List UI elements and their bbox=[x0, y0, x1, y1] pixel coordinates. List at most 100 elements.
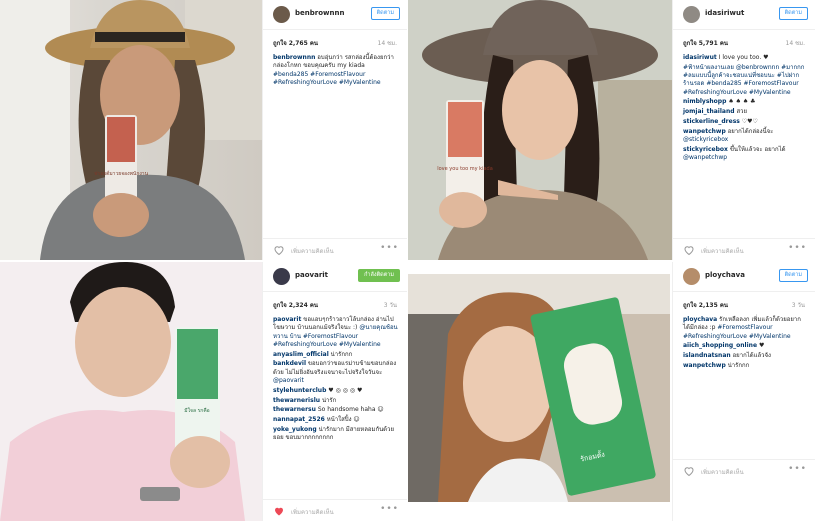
comment-list: ploychava รักเหลือลงก เพิ่มแล้วก็ด้วยอยา… bbox=[683, 316, 807, 372]
add-comment-input[interactable]: เพิ่มความคิดเห็น bbox=[291, 507, 334, 517]
comment-tags[interactable]: @wanpetchwp bbox=[683, 154, 727, 161]
heart-icon[interactable] bbox=[683, 465, 695, 477]
post-benbrownnn: ฟรอยต์มาวยจองพนักงาน benbrownnn ติดตาม ถ… bbox=[0, 0, 407, 260]
comment-text: ♠ ♠ ♠ ♣ bbox=[728, 98, 756, 106]
comment: bankdevil ขอบอกว่าขอแรม่าบข้ามขอบกล่องด้… bbox=[273, 360, 399, 385]
comment-list: paovarit ขอแอบๆกร้าวอาวโล้บกล่อง อ่านไปโ… bbox=[273, 316, 399, 444]
comment-user[interactable]: stylehunterclub bbox=[273, 387, 326, 394]
comment-user[interactable]: thewarnersu bbox=[273, 406, 316, 413]
comment: stylehunterclub ♥ ◎ ◎ ◎ ♥ bbox=[273, 387, 399, 395]
comment-text: น่ารักกก bbox=[330, 350, 353, 358]
comment-tags[interactable]: @stickyricebox bbox=[683, 136, 728, 143]
username[interactable]: paovarit bbox=[295, 271, 328, 279]
post-photo[interactable]: รักอมตั้ง bbox=[408, 274, 670, 502]
comment-tags[interactable]: @paovarit bbox=[273, 377, 304, 384]
comment-user[interactable]: yoke_yukong bbox=[273, 426, 317, 433]
post-time: 3 วัน bbox=[383, 302, 397, 309]
comment-user[interactable]: thewarnerislu bbox=[273, 397, 320, 404]
more-options-icon[interactable]: ••• bbox=[380, 504, 399, 514]
comment-user[interactable]: ploychava bbox=[683, 316, 717, 323]
comment: wanpetchwp น่ารักกก bbox=[683, 362, 807, 370]
comment-user[interactable]: wanpetchwp bbox=[683, 362, 726, 369]
comment-user[interactable]: stickerline_dress bbox=[683, 118, 740, 125]
comment: jomjai_thailand สวย bbox=[683, 108, 807, 116]
post-sidebar: benbrownnn ติดตาม ถูกใจ 2,765 คน 14 ชม. … bbox=[262, 0, 407, 260]
comment-text: อยากได้กล่องนี้จะ bbox=[727, 127, 774, 135]
comment-user[interactable]: jomjai_thailand bbox=[683, 108, 735, 115]
avatar[interactable] bbox=[683, 268, 700, 285]
post-stats: ถูกใจ 2,324 คน 3 วัน bbox=[273, 300, 397, 310]
follow-button[interactable]: ติดตาม bbox=[778, 269, 808, 282]
comment-user[interactable]: nannapat_2526 bbox=[273, 416, 325, 423]
comment: #ฟ้าหน้าผลงานเลย @benbrownnn #มากกก #ลมแ… bbox=[683, 64, 807, 97]
comment: stickerline_dress ♡♥♡ bbox=[683, 118, 807, 126]
like-count[interactable]: ถูกใจ 5,791 คน bbox=[683, 40, 728, 47]
like-count[interactable]: ถูกใจ 2,135 คน bbox=[683, 302, 728, 309]
comment-text: ♥ bbox=[758, 342, 765, 350]
more-options-icon[interactable]: ••• bbox=[380, 243, 399, 253]
follow-button[interactable]: ติดตาม bbox=[370, 7, 400, 20]
post-header: ploychava ติดตาม bbox=[673, 262, 815, 292]
following-button[interactable]: กำลังติดตาม bbox=[358, 269, 400, 282]
comment-tags[interactable]: #benda285 #ForemostFlavour #RefreshingYo… bbox=[273, 71, 381, 86]
comment: thewarnersu So handsome haha ☺ bbox=[273, 406, 399, 414]
comment-user[interactable]: paovarit bbox=[273, 316, 301, 323]
comment-text: อยากได้แล้วจัง bbox=[732, 352, 771, 360]
like-count[interactable]: ถูกใจ 2,324 คน bbox=[273, 302, 318, 309]
comment-text: I love you too. ♥ bbox=[718, 54, 769, 61]
heart-icon[interactable] bbox=[683, 244, 695, 256]
post-sidebar: ploychava ติดตาม ถูกใจ 2,135 คน 3 วัน pl… bbox=[672, 262, 815, 521]
post-header: paovarit กำลังติดตาม bbox=[263, 262, 407, 292]
post-photo[interactable]: love you too my kiada bbox=[408, 0, 672, 260]
avatar[interactable] bbox=[273, 6, 290, 23]
like-count[interactable]: ถูกใจ 2,765 คน bbox=[273, 40, 318, 47]
comment-user[interactable]: nimblyshopp bbox=[683, 98, 726, 105]
comment-user[interactable]: benbrownnn bbox=[273, 54, 315, 61]
comment: idasiriwut I love you too. ♥ bbox=[683, 54, 807, 62]
comment-list: benbrownnn อบอุ่นกว่า รสกล่องนี้ต้องยกว่… bbox=[273, 54, 399, 89]
comment: benbrownnn อบอุ่นกว่า รสกล่องนี้ต้องยกว่… bbox=[273, 54, 399, 87]
add-comment-input[interactable]: เพิ่มความคิดเห็น bbox=[701, 467, 744, 477]
comment-list: idasiriwut I love you too. ♥ #ฟ้าหน้าผลง… bbox=[683, 54, 807, 164]
comment-text: ♡♥♡ bbox=[741, 118, 758, 126]
more-options-icon[interactable]: ••• bbox=[788, 243, 807, 253]
comment-user[interactable]: anyaslim_official bbox=[273, 351, 329, 358]
comment-user[interactable]: aiich_shopping_online bbox=[683, 342, 757, 349]
post-photo[interactable]: ฟรอยต์มาวยจองพนักงาน bbox=[0, 0, 262, 260]
comment-text: สวย bbox=[736, 108, 747, 116]
username[interactable]: idasiriwut bbox=[705, 9, 744, 17]
post-footer: เพิ่มความคิดเห็น ••• bbox=[673, 238, 815, 260]
username[interactable]: benbrownnn bbox=[295, 9, 344, 17]
comment-text: ขึ้นให้แล้วจะ อยากได้ bbox=[729, 145, 786, 153]
add-comment-input[interactable]: เพิ่มความคิดเห็น bbox=[701, 246, 744, 256]
comment: stickyricebox ขึ้นให้แล้วจะ อยากได้ @wan… bbox=[683, 146, 807, 163]
follow-button[interactable]: ติดตาม bbox=[778, 7, 808, 20]
avatar[interactable] bbox=[273, 268, 290, 285]
comment-user[interactable]: wanpetchwp bbox=[683, 128, 726, 135]
post-sidebar: paovarit กำลังติดตาม ถูกใจ 2,324 คน 3 วั… bbox=[262, 262, 407, 521]
post-time: 14 ชม. bbox=[785, 40, 805, 47]
post-header: benbrownnn ติดตาม bbox=[263, 0, 407, 30]
username[interactable]: ploychava bbox=[705, 271, 745, 279]
heart-filled-icon[interactable] bbox=[273, 505, 285, 517]
comment-text: น่ารัก bbox=[321, 396, 337, 404]
post-photo[interactable]: มีใจล รกคือ bbox=[0, 262, 262, 521]
photo-man-with-hat: ฟรอยต์มาวยจองพนักงาน bbox=[0, 0, 262, 260]
comment-user[interactable]: islandnatsnan bbox=[683, 352, 731, 359]
comment-user[interactable]: bankdevil bbox=[273, 360, 306, 367]
heart-icon[interactable] bbox=[273, 244, 285, 256]
comment-tags[interactable]: #ฟ้าหน้าผลงานเลย @benbrownnn #มากกก #ลมแ… bbox=[683, 64, 804, 96]
more-options-icon[interactable]: ••• bbox=[788, 464, 807, 474]
post-ploychava: รักอมตั้ง ploychava ติดตาม ถูกใจ 2,135 ค… bbox=[408, 262, 815, 521]
comment: anyaslim_official น่ารักกก bbox=[273, 351, 399, 359]
add-comment-input[interactable]: เพิ่มความคิดเห็น bbox=[291, 246, 334, 256]
box-text: love you too my kiada bbox=[437, 166, 493, 172]
comment-user[interactable]: idasiriwut bbox=[683, 54, 717, 61]
avatar[interactable] bbox=[683, 6, 700, 23]
comment-user[interactable]: stickyricebox bbox=[683, 146, 728, 153]
comment: paovarit ขอแอบๆกร้าวอาวโล้บกล่อง อ่านไปโ… bbox=[273, 316, 399, 349]
post-idasiriwut: love you too my kiada idasiriwut ติดตาม … bbox=[408, 0, 815, 260]
comment-text: ♥ ◎ ◎ ◎ ♥ bbox=[328, 386, 363, 394]
comment-text: น่ารักกก bbox=[727, 361, 750, 369]
post-sidebar: idasiriwut ติดตาม ถูกใจ 5,791 คน 14 ชม. … bbox=[672, 0, 815, 260]
